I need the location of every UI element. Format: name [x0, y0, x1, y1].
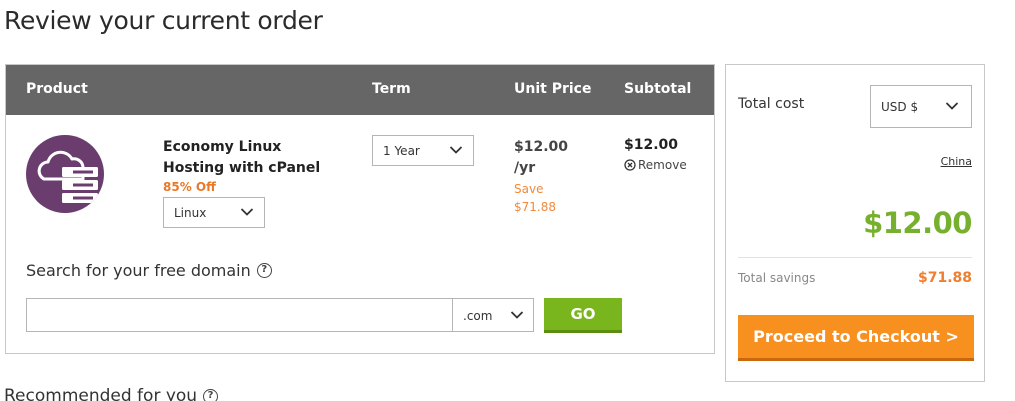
- column-header-subtotal: Subtotal: [624, 81, 692, 97]
- go-button[interactable]: GO: [544, 298, 622, 333]
- total-cost-label: Total cost: [738, 96, 805, 112]
- discount-badge: 85% Off: [163, 180, 216, 194]
- os-select-value: Linux: [174, 206, 207, 220]
- term-select-value: 1 Year: [383, 144, 420, 158]
- column-header-product: Product: [26, 81, 88, 97]
- remove-label: Remove: [638, 158, 687, 172]
- chevron-down-icon: [449, 146, 463, 154]
- tld-select[interactable]: .com: [452, 298, 534, 332]
- help-icon[interactable]: ?: [203, 388, 219, 401]
- divider: [738, 257, 972, 258]
- chevron-down-icon: [510, 311, 524, 319]
- order-summary: Total cost USD $ China $12.00 Total savi…: [725, 64, 985, 382]
- unit-save-label: Save: [514, 182, 544, 196]
- total-savings-amount: $71.88: [917, 270, 972, 286]
- chevron-down-icon: [240, 208, 254, 216]
- column-header-unit-price: Unit Price: [514, 81, 592, 97]
- unit-savings: Save $71.88: [514, 180, 556, 216]
- unit-price-amount: $12.00: [514, 139, 569, 155]
- remove-link[interactable]: Remove: [624, 158, 687, 172]
- order-table-header: Product Term Unit Price Subtotal: [6, 65, 714, 115]
- subtotal-amount: $12.00: [624, 137, 679, 153]
- domain-search-label: Search for your free domain ?: [26, 261, 272, 280]
- column-header-term: Term: [372, 81, 411, 97]
- cloud-server-icon: [26, 135, 104, 213]
- recommended-label: Recommended for you: [4, 386, 198, 401]
- page-title: Review your current order: [4, 6, 323, 35]
- unit-save-amount: $71.88: [514, 200, 556, 214]
- tld-select-value: .com: [463, 309, 493, 323]
- unit-price: $12.00 /yr: [514, 137, 568, 179]
- product-name: Economy Linux Hosting with cPanel: [163, 139, 321, 176]
- order-table: Product Term Unit Price Subtotal Economy…: [5, 64, 715, 354]
- domain-search-label-text: Search for your free domain: [26, 261, 251, 280]
- unit-price-period: /yr: [514, 160, 536, 176]
- term-select[interactable]: 1 Year: [372, 135, 474, 166]
- domain-search-input[interactable]: [26, 298, 454, 332]
- recommended-heading: Recommended for you ?: [4, 386, 219, 401]
- chevron-down-icon: [945, 102, 959, 110]
- remove-icon: [624, 159, 636, 171]
- help-icon[interactable]: ?: [256, 263, 272, 278]
- os-select[interactable]: Linux: [163, 197, 265, 228]
- proceed-to-checkout-button[interactable]: Proceed to Checkout >: [738, 315, 974, 361]
- currency-select-value: USD $: [881, 100, 919, 114]
- total-amount: $12.00: [863, 206, 972, 240]
- total-savings-label: Total savings: [738, 271, 816, 285]
- currency-select[interactable]: USD $: [870, 85, 972, 128]
- country-link[interactable]: China: [941, 155, 972, 168]
